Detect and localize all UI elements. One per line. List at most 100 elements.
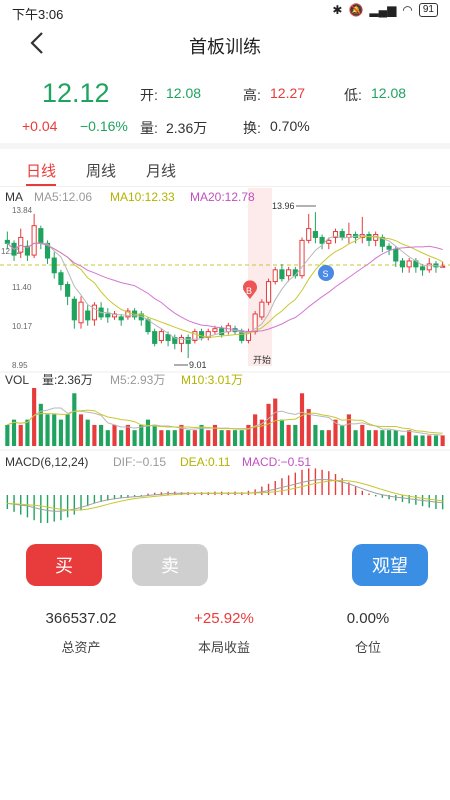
macd-value-label: MACD:−0.51: [242, 455, 311, 469]
candle-body: [426, 263, 432, 271]
kline-chart-svg: MA MA5:12.06 MA10:12.33 MA20:12.78 13.84…: [0, 188, 450, 523]
volume-bar: [11, 419, 17, 446]
volume-bar: [145, 419, 151, 446]
candle-body: [299, 239, 305, 277]
tabs-divider: [0, 186, 450, 187]
volume-bar: [92, 424, 97, 446]
battery-icon: 91: [418, 3, 438, 17]
sell-marker-label: S: [323, 269, 329, 279]
volume-bar: [433, 435, 439, 446]
candle-body: [212, 328, 218, 333]
high-label: 高:: [243, 87, 261, 103]
candle-body: [178, 337, 185, 344]
candle-body: [85, 310, 91, 321]
candle-body: [259, 301, 265, 318]
candle-body: [386, 245, 392, 250]
tab-daily[interactable]: 日线: [26, 160, 56, 181]
candles-group: [4, 212, 446, 359]
volume-bar: [226, 430, 231, 446]
buy-marker-label: B: [246, 286, 252, 296]
ma-lines-group: [6, 234, 443, 340]
vol-title: VOL: [5, 373, 29, 387]
candle-body: [366, 233, 372, 241]
volume-bar: [353, 430, 358, 446]
volume-bar: [393, 430, 398, 446]
ma-title: MA: [5, 190, 23, 204]
watch-button[interactable]: 观望: [352, 544, 428, 586]
volume-bar: [78, 414, 84, 446]
round-return-value: +25.92%: [194, 610, 254, 627]
volume-bar: [192, 430, 197, 446]
volume-bar: [420, 435, 425, 446]
volume-bars-group: [5, 388, 445, 446]
ma5-line: [6, 234, 443, 340]
sell-marker[interactable]: S: [318, 265, 334, 281]
volume-bar: [132, 430, 137, 446]
ma10-line: [6, 236, 443, 338]
volume-bar: [413, 435, 418, 446]
volume-bar: [360, 424, 365, 446]
volume-bar: [72, 393, 77, 446]
volume-bar: [25, 419, 30, 446]
volume-bar: [279, 419, 285, 446]
volume-bar: [340, 424, 345, 446]
section-divider: [0, 143, 450, 149]
kline-chart[interactable]: MA MA5:12.06 MA10:12.33 MA20:12.78 13.84…: [0, 188, 450, 534]
signal-icon: ▂▄▆: [369, 3, 397, 17]
candle-body: [65, 284, 71, 297]
candle-body: [393, 248, 399, 262]
tab-monthly[interactable]: 月线: [146, 160, 176, 181]
candle-body: [71, 298, 77, 321]
candle-body: [145, 319, 151, 333]
tab-weekly[interactable]: 周线: [86, 160, 116, 181]
volume-bar: [38, 403, 43, 446]
candle-body: [419, 266, 426, 271]
volume-bar: [266, 403, 271, 446]
candle-body: [339, 231, 345, 238]
volume-bar: [172, 430, 177, 446]
candle-body: [279, 269, 285, 280]
candle-body: [165, 334, 171, 341]
macd-dea-line: [7, 479, 443, 511]
volume-bar: [85, 419, 90, 446]
candle-body: [406, 260, 412, 268]
sell-button[interactable]: 卖: [132, 544, 208, 586]
volume-bar: [105, 430, 110, 446]
bluetooth-icon: ✱: [332, 3, 343, 17]
volume-bar: [320, 430, 325, 446]
vol-m5-label: M5:2.93万: [110, 373, 165, 387]
turnover-label: 换:: [243, 120, 261, 136]
page-title: 首板训练: [189, 37, 261, 57]
vol-m10-label: M10:3.01万: [181, 373, 243, 387]
low-annotation: 9.01: [189, 360, 207, 370]
round-return-label: 本局收益: [197, 640, 250, 655]
volume-bar: [407, 430, 412, 446]
volume-bar: [386, 430, 392, 446]
volume-bar: [112, 424, 117, 446]
price-tick-0: 13.84: [12, 206, 33, 215]
candle-body: [38, 228, 44, 244]
buy-button[interactable]: 买: [26, 544, 102, 586]
candle-body: [326, 239, 332, 244]
high-annotation: 13.96: [272, 201, 295, 211]
macd-dif-label: DIF:−0.15: [113, 455, 166, 469]
volume-bar: [206, 430, 211, 446]
macd-dif-line: [7, 478, 443, 512]
open-label: 开:: [140, 87, 158, 103]
candle-body: [31, 225, 37, 256]
volume-bar: [165, 430, 171, 446]
volume-bar: [45, 414, 50, 446]
candle-body: [118, 316, 124, 321]
volume-bar: [440, 435, 445, 446]
volume-bar: [119, 430, 124, 446]
volume-bar: [139, 424, 144, 446]
price-tick-4: 8.95: [12, 361, 28, 370]
volume-bar: [152, 424, 157, 446]
candle-body: [319, 236, 325, 244]
volume-bar: [52, 414, 57, 446]
candle-body: [272, 269, 278, 283]
volume-bar: [18, 424, 23, 446]
volume-bar: [125, 424, 130, 446]
status-icons: ✱ 🔕 ▂▄▆ ◠ 91: [332, 3, 438, 17]
mute-icon: 🔕: [348, 3, 364, 17]
